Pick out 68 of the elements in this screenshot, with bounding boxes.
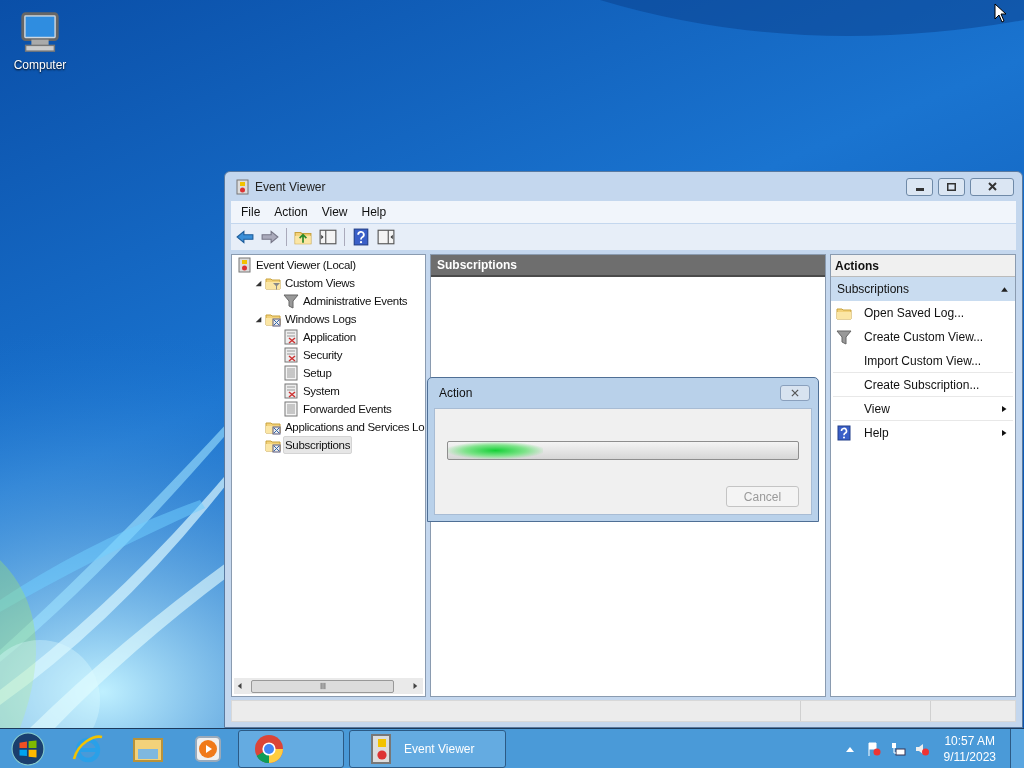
action-link[interactable]: Create Subscription... [864,375,980,394]
grip-icon [317,681,328,691]
tree-item[interactable]: Custom Views [283,274,357,292]
desktop-icon-label[interactable]: Computer [13,56,67,74]
actions-header: Actions [831,255,1015,277]
tree-item[interactable]: Applications and Services Lo [283,418,425,436]
log-icon [283,347,299,363]
action-link[interactable]: View [864,399,890,418]
horizontal-scrollbar[interactable] [234,678,423,694]
help-icon [352,228,370,246]
back-arrow-icon [236,228,254,246]
funnel-icon [836,329,852,345]
tree-item[interactable]: Security [301,346,345,364]
log-icon [283,329,299,345]
tree-item[interactable]: Subscriptions [283,436,353,454]
help-icon [836,425,852,441]
scrollbar-thumb[interactable] [251,679,394,693]
close-button[interactable] [970,177,1014,196]
tree-item[interactable]: Event Viewer (Local) [254,256,358,274]
log-icon [283,383,299,399]
tree-item[interactable]: Administrative Events [301,292,410,310]
folder-icon [836,305,852,321]
pane-icon [377,228,395,246]
tree-item[interactable]: Setup [301,364,334,382]
folder-icon [265,419,281,435]
menu-item[interactable]: Help [354,203,394,221]
menu-item[interactable]: File [234,203,268,221]
action-link[interactable]: Open Saved Log... [864,304,965,322]
mouse-pointer-icon [994,3,1007,23]
flag-icon[interactable] [865,740,882,757]
menu-item[interactable]: Action [267,203,315,221]
forward-arrow-icon [261,228,279,246]
maximize-button[interactable] [938,177,965,196]
close-icon [790,388,800,398]
minimize-button[interactable] [906,177,933,196]
document-icon [283,365,299,381]
tree-item[interactable]: Application [301,328,358,346]
folder-icon [265,437,281,453]
close-icon [987,182,997,191]
dialog-title: Action [439,385,473,402]
submenu-arrow-icon [1000,429,1008,437]
maximize-icon [947,182,956,191]
tree-item[interactable]: System [301,382,342,400]
action-link[interactable]: Help [864,424,889,442]
show-desktop-button[interactable] [1010,729,1024,768]
section-header[interactable]: Subscriptions [831,277,1015,301]
event-log-icon [234,178,250,195]
action-link[interactable]: Import Custom View... [864,351,982,370]
folder-icon [265,275,281,291]
minimize-icon [915,188,924,191]
chrome-icon [253,732,285,765]
pane-header: Subscriptions [431,255,825,277]
taskbar-button[interactable] [238,729,344,768]
event-log-icon [236,257,252,273]
submenu-arrow-icon [1000,404,1008,413]
action-link[interactable]: Create Custom View... [864,328,984,346]
document-icon [283,401,299,417]
window-title: Event Viewer [255,178,327,196]
funnel-icon [283,293,299,309]
network-icon[interactable] [889,740,906,757]
menu-item[interactable]: View [314,203,355,221]
tree-item[interactable]: Windows Logs [283,310,359,328]
windows-logo-icon [11,731,45,766]
tree-item[interactable]: Forwarded Events [301,400,394,418]
browser-icon [72,732,104,765]
pane-icon [319,228,337,246]
close-button[interactable] [780,385,810,401]
folder-icon [265,311,281,327]
